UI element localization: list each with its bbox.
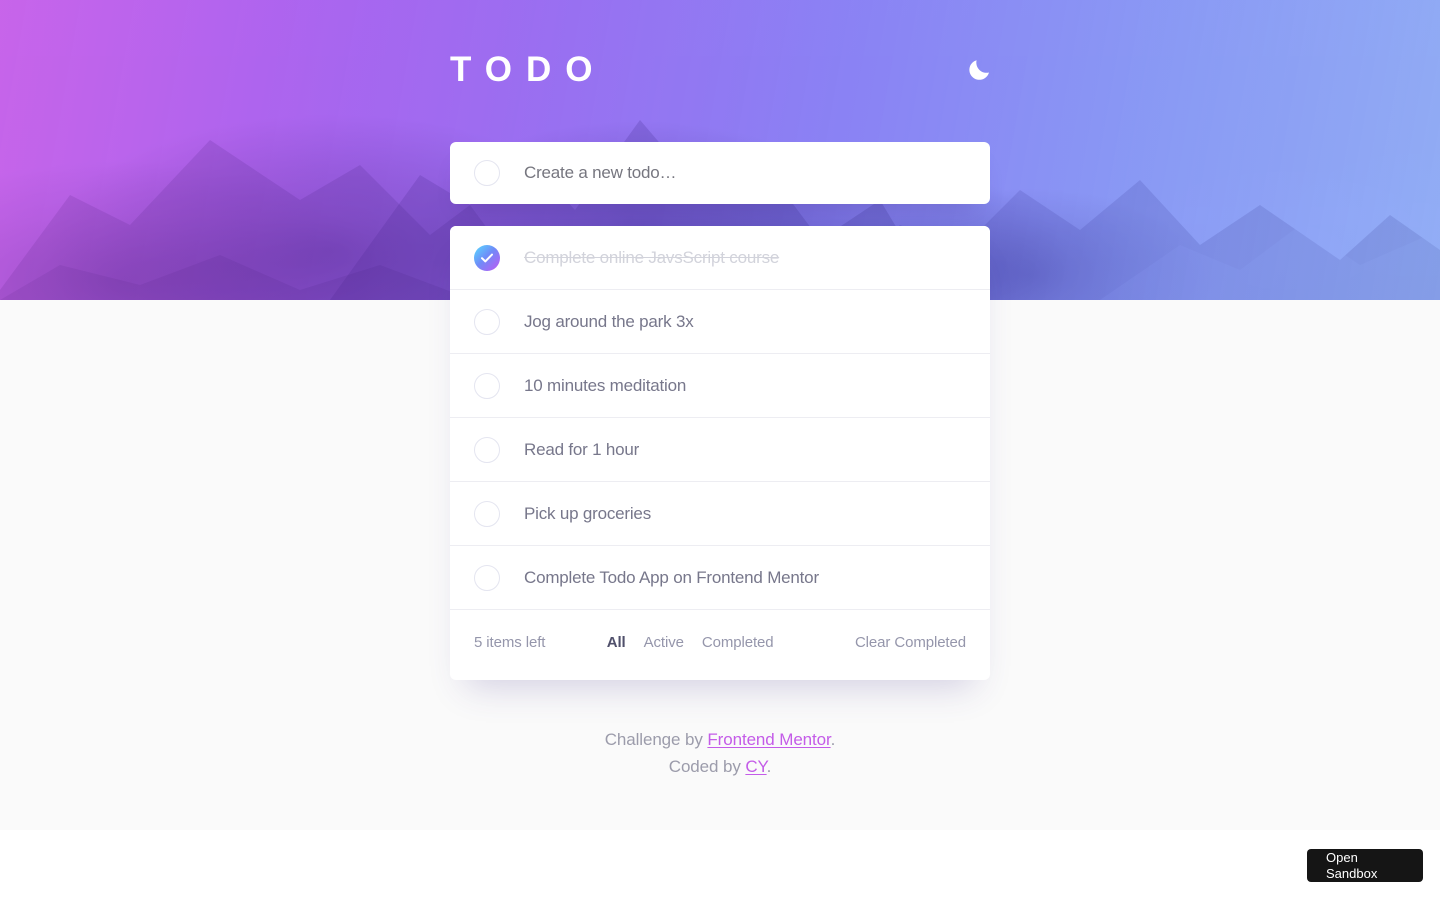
attribution-line-1: Challenge by Frontend Mentor. <box>0 726 1440 753</box>
theme-toggle-button[interactable] <box>966 55 994 83</box>
moon-icon <box>969 60 989 80</box>
todo-item-label: Complete Todo App on Frontend Mentor <box>524 567 819 587</box>
todo-item[interactable]: Pick up groceries <box>450 482 990 546</box>
page-title: TODO <box>450 49 607 89</box>
open-sandbox-line-1: Open <box>1326 850 1358 865</box>
todo-item-label: Read for 1 hour <box>524 439 640 459</box>
todo-item-label: Pick up groceries <box>524 503 651 523</box>
app-header: TODO <box>450 44 990 94</box>
todo-item[interactable]: Complete Todo App on Frontend Mentor <box>450 546 990 610</box>
app-root: TODO Complete online JavsScript course J… <box>0 0 1440 830</box>
new-todo-input[interactable] <box>524 163 966 183</box>
open-sandbox-line-2: Sandbox <box>1326 866 1378 881</box>
attribution: Challenge by Frontend Mentor. Coded by C… <box>0 726 1440 780</box>
todo-item-label: Jog around the park 3x <box>524 311 694 331</box>
open-sandbox-button[interactable]: Open Sandbox <box>1307 849 1423 882</box>
attribution-coded-prefix: Coded by <box>668 757 746 776</box>
filter-group: All Active Completed <box>525 634 855 651</box>
author-link[interactable]: CY <box>745 757 766 776</box>
todo-item-label: 10 minutes meditation <box>524 375 687 395</box>
todo-item[interactable]: Read for 1 hour <box>450 418 990 482</box>
attribution-coded-suffix: . <box>766 757 772 776</box>
checkbox-unchecked-icon[interactable] <box>474 372 500 399</box>
todo-list-card: Complete online JavsScript course Jog ar… <box>450 226 990 680</box>
todo-item[interactable]: Jog around the park 3x <box>450 290 990 354</box>
todo-item[interactable]: Complete online JavsScript course <box>450 226 990 290</box>
attribution-line-2: Coded by CY. <box>0 753 1440 780</box>
filter-completed[interactable]: Completed <box>702 634 774 651</box>
new-todo-check-circle[interactable] <box>474 160 500 186</box>
todo-item[interactable]: 10 minutes meditation <box>450 354 990 418</box>
frontend-mentor-link[interactable]: Frontend Mentor <box>707 730 830 749</box>
attribution-challenge-prefix: Challenge by <box>604 730 708 749</box>
checkbox-checked-icon[interactable] <box>474 244 500 271</box>
checkbox-unchecked-icon[interactable] <box>474 436 500 463</box>
filter-all[interactable]: All <box>607 634 626 651</box>
check-icon <box>481 253 493 262</box>
filter-active[interactable]: Active <box>644 634 684 651</box>
clear-completed-button[interactable]: Clear Completed <box>855 634 966 651</box>
attribution-challenge-suffix: . <box>830 730 836 749</box>
checkbox-unchecked-icon[interactable] <box>474 564 500 591</box>
checkbox-unchecked-icon[interactable] <box>474 308 500 335</box>
list-footer-bar: 5 items left All Active Completed Clear … <box>450 610 990 674</box>
new-todo-bar <box>450 142 990 204</box>
todo-item-label: Complete online JavsScript course <box>524 247 780 267</box>
checkbox-unchecked-icon[interactable] <box>474 500 500 527</box>
